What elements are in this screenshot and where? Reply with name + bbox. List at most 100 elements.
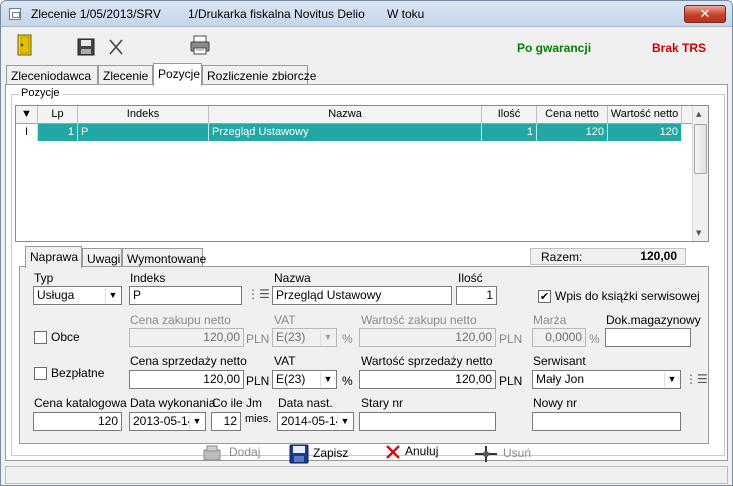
- co-ile-label: Co ile: [212, 396, 243, 410]
- nowy-nr-label: Nowy nr: [533, 396, 578, 410]
- positions-grid[interactable]: ▼ Lp Indeks Nazwa Ilość Cena netto Warto…: [15, 105, 709, 242]
- jm-label: Jm: [246, 396, 262, 410]
- stary-nr-input[interactable]: [359, 412, 496, 431]
- window-title-order: Zlecenie 1/05/2013/SRV: [31, 7, 161, 21]
- vat-sprzedaz-select[interactable]: E(23) ▼: [272, 370, 337, 389]
- indeks-input[interactable]: P: [129, 286, 242, 305]
- co-ile-input[interactable]: 12: [211, 412, 241, 431]
- dodaj-label: Dodaj: [229, 445, 261, 460]
- dodaj-button[interactable]: Dodaj: [201, 444, 260, 466]
- cell-cena-netto[interactable]: 120: [537, 124, 608, 141]
- vat-sprzedaz-percent: %: [342, 374, 353, 388]
- serwisant-browse-icon[interactable]: ⋮☰: [685, 372, 708, 386]
- subtab-naprawa[interactable]: Naprawa: [25, 246, 82, 268]
- cell-wartosc-netto[interactable]: 120: [608, 124, 682, 141]
- close-button[interactable]: ✕: [684, 5, 726, 23]
- printer-icon[interactable]: [189, 34, 211, 56]
- row-cursor-icon: I: [16, 124, 38, 141]
- total-box: Razem: 120,00: [530, 248, 686, 265]
- tab-rozliczenie-zbiorcze[interactable]: Rozliczenie zbiorcze: [202, 65, 316, 85]
- wpis-label: Wpis do książki serwisowej: [555, 289, 700, 303]
- obce-checkbox[interactable]: [34, 331, 47, 344]
- cena-sprzedazy-unit: PLN: [246, 374, 270, 388]
- cena-zakupu-label: Cena zakupu netto: [130, 313, 231, 327]
- chevron-down-icon[interactable]: ▼: [337, 414, 352, 429]
- chevron-down-icon: ▼: [320, 330, 335, 345]
- title-bar[interactable]: Zlecenie 1/05/2013/SRV 1/Drukarka fiskal…: [1, 1, 732, 27]
- warranty-status: Po gwarancji: [517, 41, 592, 55]
- chevron-down-icon[interactable]: ▼: [189, 414, 204, 429]
- serwisant-label: Serwisant: [533, 354, 586, 368]
- typ-select[interactable]: Usługa ▼: [33, 286, 122, 305]
- zapisz-button[interactable]: Zapisz: [289, 444, 348, 466]
- table-row[interactable]: I 1 P Przegląd Ustawowy 1 120 120: [16, 124, 692, 141]
- save-icon[interactable]: [77, 38, 95, 56]
- data-nast-value: 2014-05-14: [281, 414, 343, 428]
- data-wykonania-value: 2013-05-14: [133, 414, 195, 428]
- grid-menu-arrow-icon[interactable]: ▼: [16, 106, 38, 124]
- subtab-wymontowane[interactable]: Wymontowane: [122, 248, 206, 267]
- scroll-thumb[interactable]: [694, 124, 707, 174]
- total-label: Razem:: [541, 250, 583, 264]
- indeks-browse-icon[interactable]: ⋮☰: [247, 287, 270, 301]
- zapisz-label: Zapisz: [313, 446, 349, 461]
- col-nazwa[interactable]: Nazwa: [209, 106, 482, 124]
- wartosc-sprzedazy-input[interactable]: 120,00: [359, 370, 496, 389]
- nowy-nr-input[interactable]: [532, 412, 681, 431]
- wartosc-zakupu-unit: PLN: [499, 332, 523, 346]
- obce-label: Obce: [51, 330, 80, 344]
- scroll-up-icon[interactable]: ▲: [696, 110, 701, 118]
- exit-door-icon[interactable]: [17, 34, 33, 56]
- serwisant-value: Mały Jon: [536, 372, 585, 386]
- typ-label: Typ: [34, 271, 54, 285]
- cena-zakupu-input: 120,00: [129, 328, 244, 347]
- stary-nr-label: Stary nr: [361, 396, 404, 410]
- cell-nazwa[interactable]: Przegląd Ustawowy: [209, 124, 482, 141]
- remove-plug-icon: [475, 446, 497, 462]
- cell-lp[interactable]: 1: [38, 124, 78, 141]
- vat-zakup-label: VAT: [274, 313, 296, 327]
- col-indeks[interactable]: Indeks: [78, 106, 209, 124]
- subtab-uwagi[interactable]: Uwagi: [82, 248, 122, 267]
- bezplatne-label: Bezpłatne: [51, 366, 105, 380]
- app-window: Zlecenie 1/05/2013/SRV 1/Drukarka fiskal…: [0, 0, 733, 486]
- chevron-down-icon[interactable]: ▼: [664, 372, 679, 387]
- trs-status: Brak TRS: [652, 41, 707, 55]
- ilosc-input[interactable]: 1: [456, 286, 497, 305]
- cell-ilosc[interactable]: 1: [482, 124, 537, 141]
- cell-indeks[interactable]: P: [78, 124, 209, 141]
- grid-header: ▼ Lp Indeks Nazwa Ilość Cena netto Warto…: [16, 106, 692, 124]
- marza-percent: %: [589, 332, 600, 346]
- chevron-down-icon[interactable]: ▼: [105, 288, 120, 303]
- total-value: 120,00: [640, 249, 677, 263]
- jm-value: mies.: [245, 413, 272, 425]
- tab-zleceniodawca[interactable]: Zleceniodawca: [6, 65, 98, 85]
- data-nast-picker[interactable]: 2014-05-14 ▼: [277, 412, 354, 431]
- add-box-icon: [203, 445, 221, 461]
- scroll-down-icon[interactable]: ▼: [696, 229, 701, 237]
- nazwa-input[interactable]: Przegląd Ustawowy: [272, 286, 452, 305]
- toolbar: [1, 28, 732, 64]
- col-cena-netto[interactable]: Cena netto: [537, 106, 608, 124]
- tab-pozycje[interactable]: Pozycje: [153, 63, 202, 86]
- cena-sprzedazy-input[interactable]: 120,00: [129, 370, 244, 389]
- app-icon: [9, 8, 21, 20]
- typ-value: Usługa: [37, 288, 75, 302]
- col-lp[interactable]: Lp: [38, 106, 78, 124]
- chevron-down-icon[interactable]: ▼: [320, 372, 335, 387]
- grid-scrollbar[interactable]: ▲ ▼: [692, 106, 708, 241]
- wpis-checkbox[interactable]: ✔: [538, 290, 551, 303]
- anuluj-button[interactable]: Anuluj: [385, 444, 438, 466]
- col-ilosc[interactable]: Ilość: [482, 106, 537, 124]
- serwisant-select[interactable]: Mały Jon ▼: [532, 370, 681, 389]
- bezplatne-checkbox[interactable]: [34, 367, 47, 380]
- data-wykonania-picker[interactable]: 2013-05-14 ▼: [129, 412, 206, 431]
- usun-button[interactable]: Usuń: [473, 444, 531, 466]
- dok-mag-input[interactable]: [605, 328, 691, 347]
- window-title-status: W toku: [387, 7, 425, 21]
- col-wartosc-netto[interactable]: Wartość netto: [608, 106, 682, 124]
- pozycje-group-label: Pozycje: [19, 87, 62, 99]
- tab-zlecenie[interactable]: Zlecenie: [98, 65, 153, 85]
- delete-x-icon[interactable]: [108, 38, 124, 56]
- cena-katalogowa-input[interactable]: 120: [33, 412, 122, 431]
